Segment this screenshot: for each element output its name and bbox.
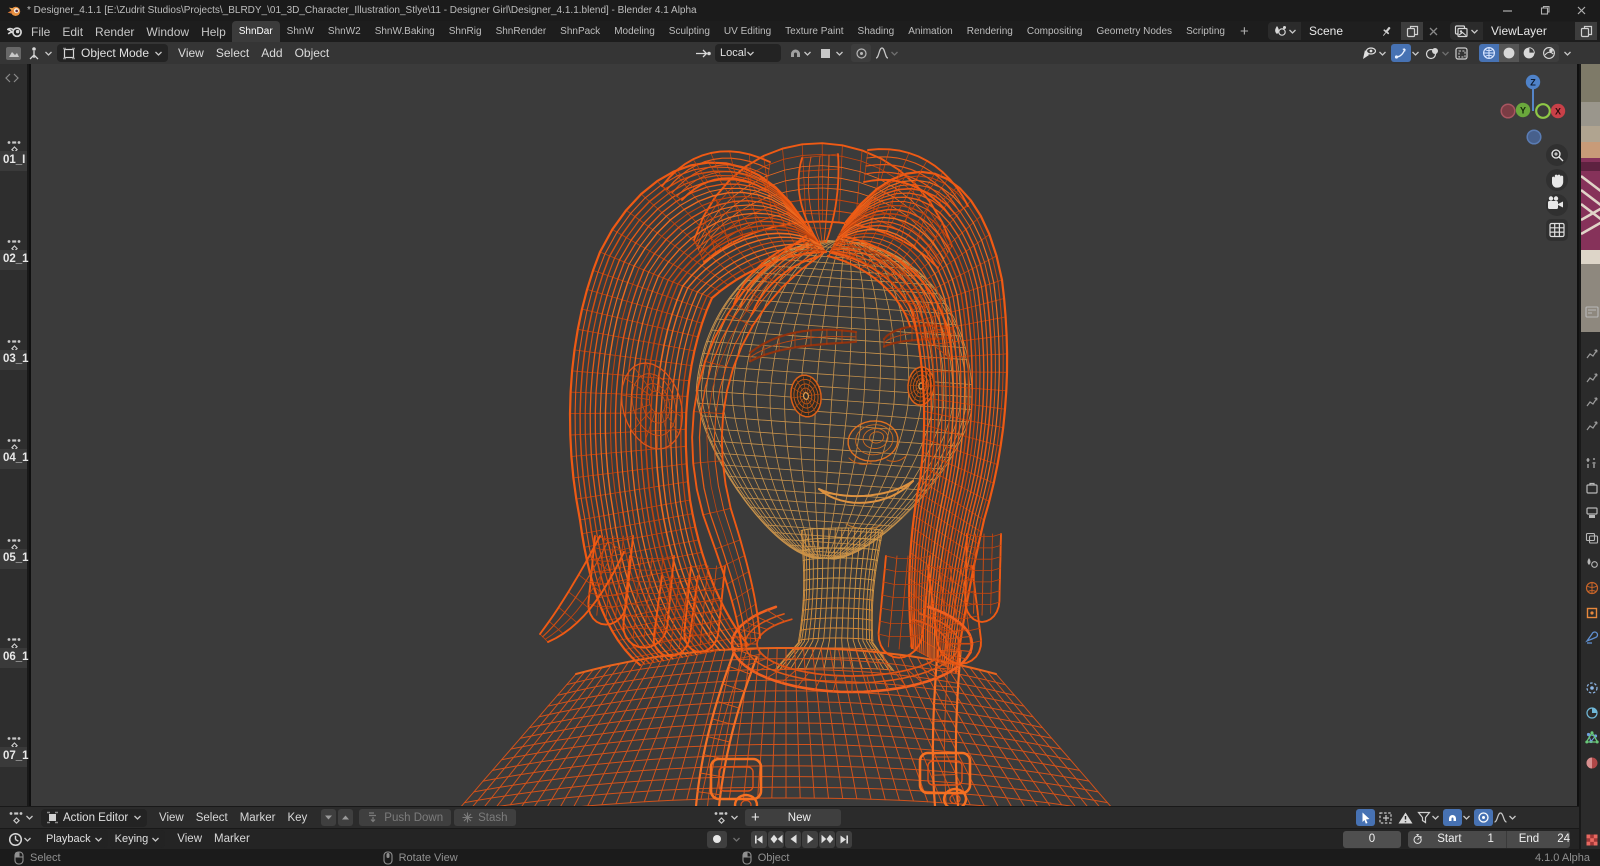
svg-text:Y: Y	[1520, 106, 1526, 116]
svg-text:Z: Z	[1530, 78, 1536, 88]
svg-text:X: X	[1555, 107, 1561, 117]
